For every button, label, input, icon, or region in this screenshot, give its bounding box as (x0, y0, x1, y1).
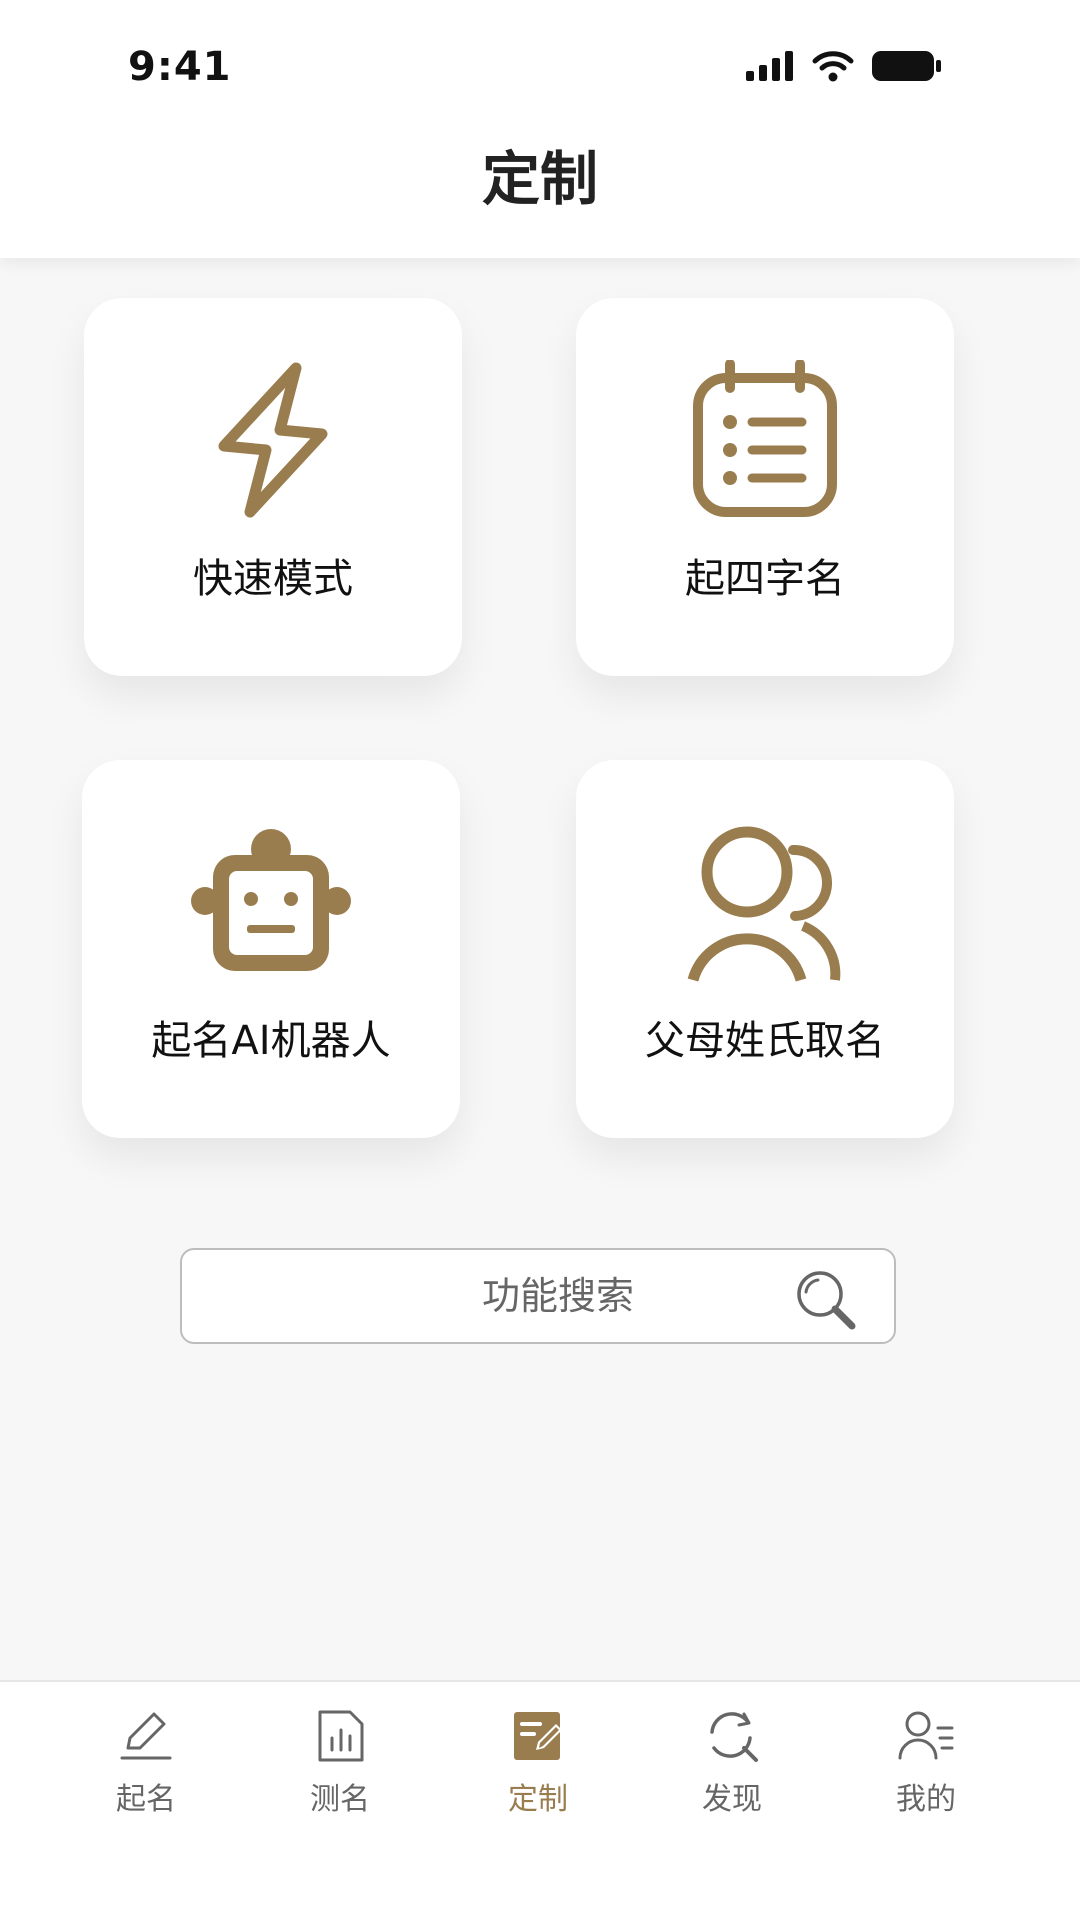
wifi-icon (812, 51, 854, 82)
pen-icon (120, 1712, 172, 1760)
tab-label: 发现 (702, 1782, 762, 1817)
tab-discover[interactable]: 发现 (662, 1708, 802, 1828)
card-fast-mode[interactable]: 快速模式 (84, 298, 462, 676)
tab-label: 测名 (310, 1782, 370, 1817)
profile-icon (898, 1711, 954, 1760)
header: 9:41 定制 (0, 0, 1080, 258)
bottom-tab-bar: 起名 测名 定制 发现 我的 (0, 1680, 1080, 1920)
card-four-character-name[interactable]: 起四字名 (576, 298, 954, 676)
tab-name-test[interactable]: 测名 (270, 1708, 410, 1828)
status-time: 9:41 (128, 44, 232, 90)
card-ai-robot[interactable]: 起名AI机器人 (82, 760, 460, 1138)
tab-custom[interactable]: 定制 (468, 1708, 608, 1828)
robot-icon (191, 829, 351, 971)
notepad-icon (693, 360, 837, 517)
tab-label: 我的 (896, 1782, 956, 1817)
discover-icon (710, 1712, 758, 1762)
function-search-box[interactable] (180, 1248, 896, 1344)
card-label: 快速模式 (193, 556, 353, 602)
page-title: 定制 (481, 145, 598, 213)
battery-icon (872, 51, 941, 81)
report-icon (318, 1710, 364, 1762)
lightning-icon (218, 362, 328, 518)
card-parent-surname[interactable]: 父母姓氏取名 (576, 760, 954, 1138)
card-label: 起四字名 (685, 556, 845, 602)
edit-doc-icon (514, 1712, 562, 1760)
signal-icon (746, 51, 793, 81)
status-icons (746, 50, 942, 82)
card-label: 父母姓氏取名 (645, 1018, 885, 1064)
family-icon (687, 826, 841, 982)
page: 9:41 定制 快速模式 起四字名 起名AI机器人 父母姓氏取名 功能搜索 起名… (0, 0, 1080, 1920)
tab-label: 起名 (116, 1782, 176, 1817)
tab-label: 定制 (508, 1782, 568, 1817)
tab-naming[interactable]: 起名 (76, 1708, 216, 1828)
card-label: 起名AI机器人 (151, 1018, 391, 1064)
search-icon[interactable] (794, 1268, 858, 1332)
function-search-input[interactable] (182, 1250, 894, 1342)
tab-mine[interactable]: 我的 (856, 1708, 996, 1828)
